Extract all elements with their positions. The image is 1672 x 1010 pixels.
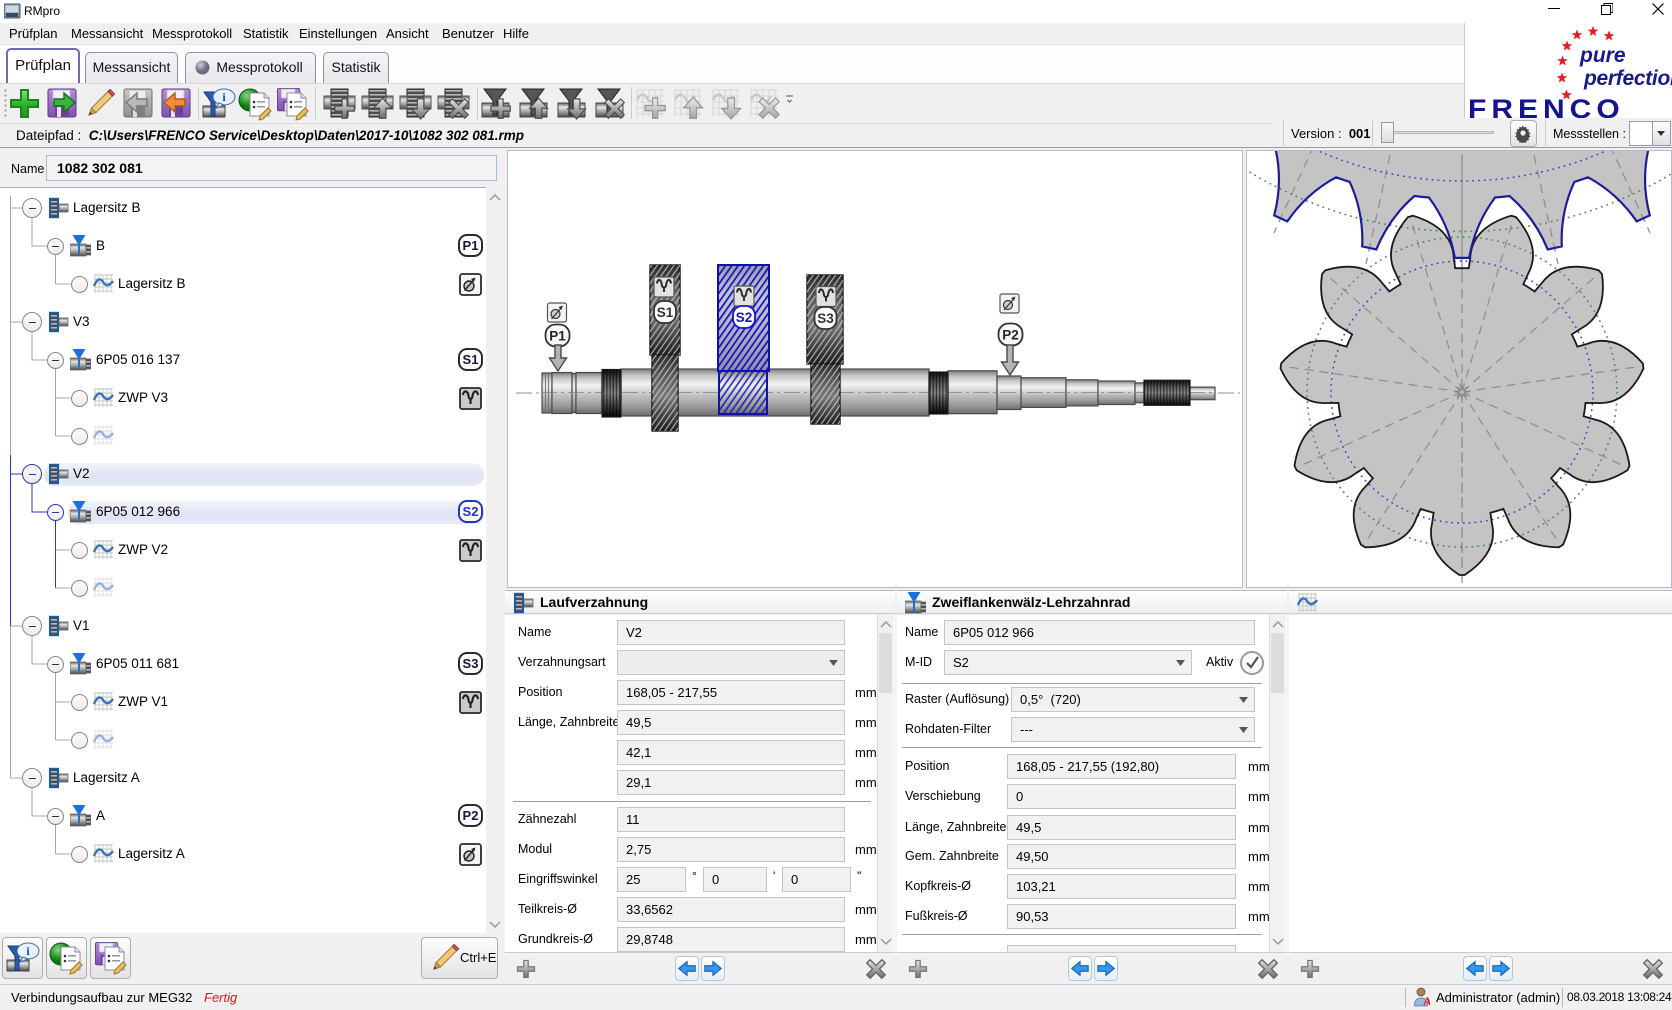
- svg-text:A: A: [1423, 994, 1430, 1007]
- svg-text:P2: P2: [1002, 328, 1019, 343]
- svg-text:S1: S1: [657, 305, 674, 320]
- svg-text:P1: P1: [549, 329, 566, 344]
- svg-text:S2: S2: [736, 310, 753, 325]
- svg-text:S3: S3: [817, 311, 834, 326]
